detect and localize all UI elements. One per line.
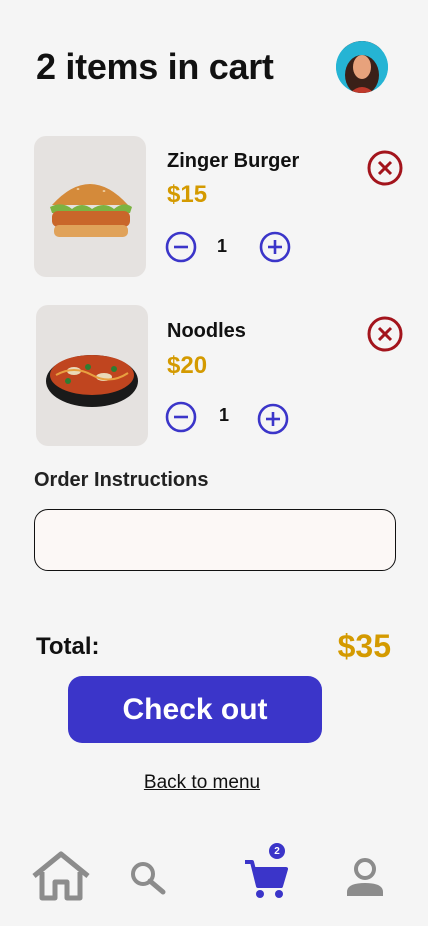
burger-icon [50, 181, 132, 237]
quantity-value: 1 [216, 236, 227, 256]
avatar[interactable] [336, 41, 388, 93]
total-value: $35 [337, 628, 391, 664]
total-label: Total: [36, 633, 100, 660]
page-title: 2 items in cart [36, 46, 274, 87]
remove-item-button[interactable] [366, 149, 404, 187]
decrement-button[interactable] [165, 231, 197, 263]
cart-badge: 2 [269, 843, 285, 859]
back-to-menu-link[interactable]: Back to menu [0, 772, 404, 794]
burger-image [34, 136, 146, 277]
increment-button[interactable] [257, 403, 289, 435]
search-icon[interactable] [129, 860, 167, 896]
item-price: $15 [167, 181, 208, 208]
item-name: Zinger Burger [167, 150, 300, 172]
cart-icon[interactable] [243, 858, 289, 900]
increment-button[interactable] [259, 231, 291, 263]
avatar-image [336, 41, 388, 93]
cart-item: Noodles $20 1 [0, 305, 428, 447]
item-name: Noodles [167, 320, 246, 342]
order-instructions-input[interactable] [34, 509, 396, 571]
decrement-button[interactable] [165, 401, 197, 433]
checkout-button[interactable]: Check out [68, 676, 322, 743]
home-icon[interactable] [30, 850, 92, 902]
quantity-value: 1 [218, 405, 229, 425]
remove-item-button[interactable] [366, 315, 404, 353]
item-price: $20 [167, 352, 208, 379]
bottom-nav [0, 840, 428, 910]
noodles-icon [46, 354, 138, 407]
order-instructions-label: Order Instructions [34, 469, 209, 491]
noodles-image [36, 305, 148, 446]
profile-icon[interactable] [343, 856, 387, 900]
cart-item: Zinger Burger $15 1 [0, 136, 428, 278]
